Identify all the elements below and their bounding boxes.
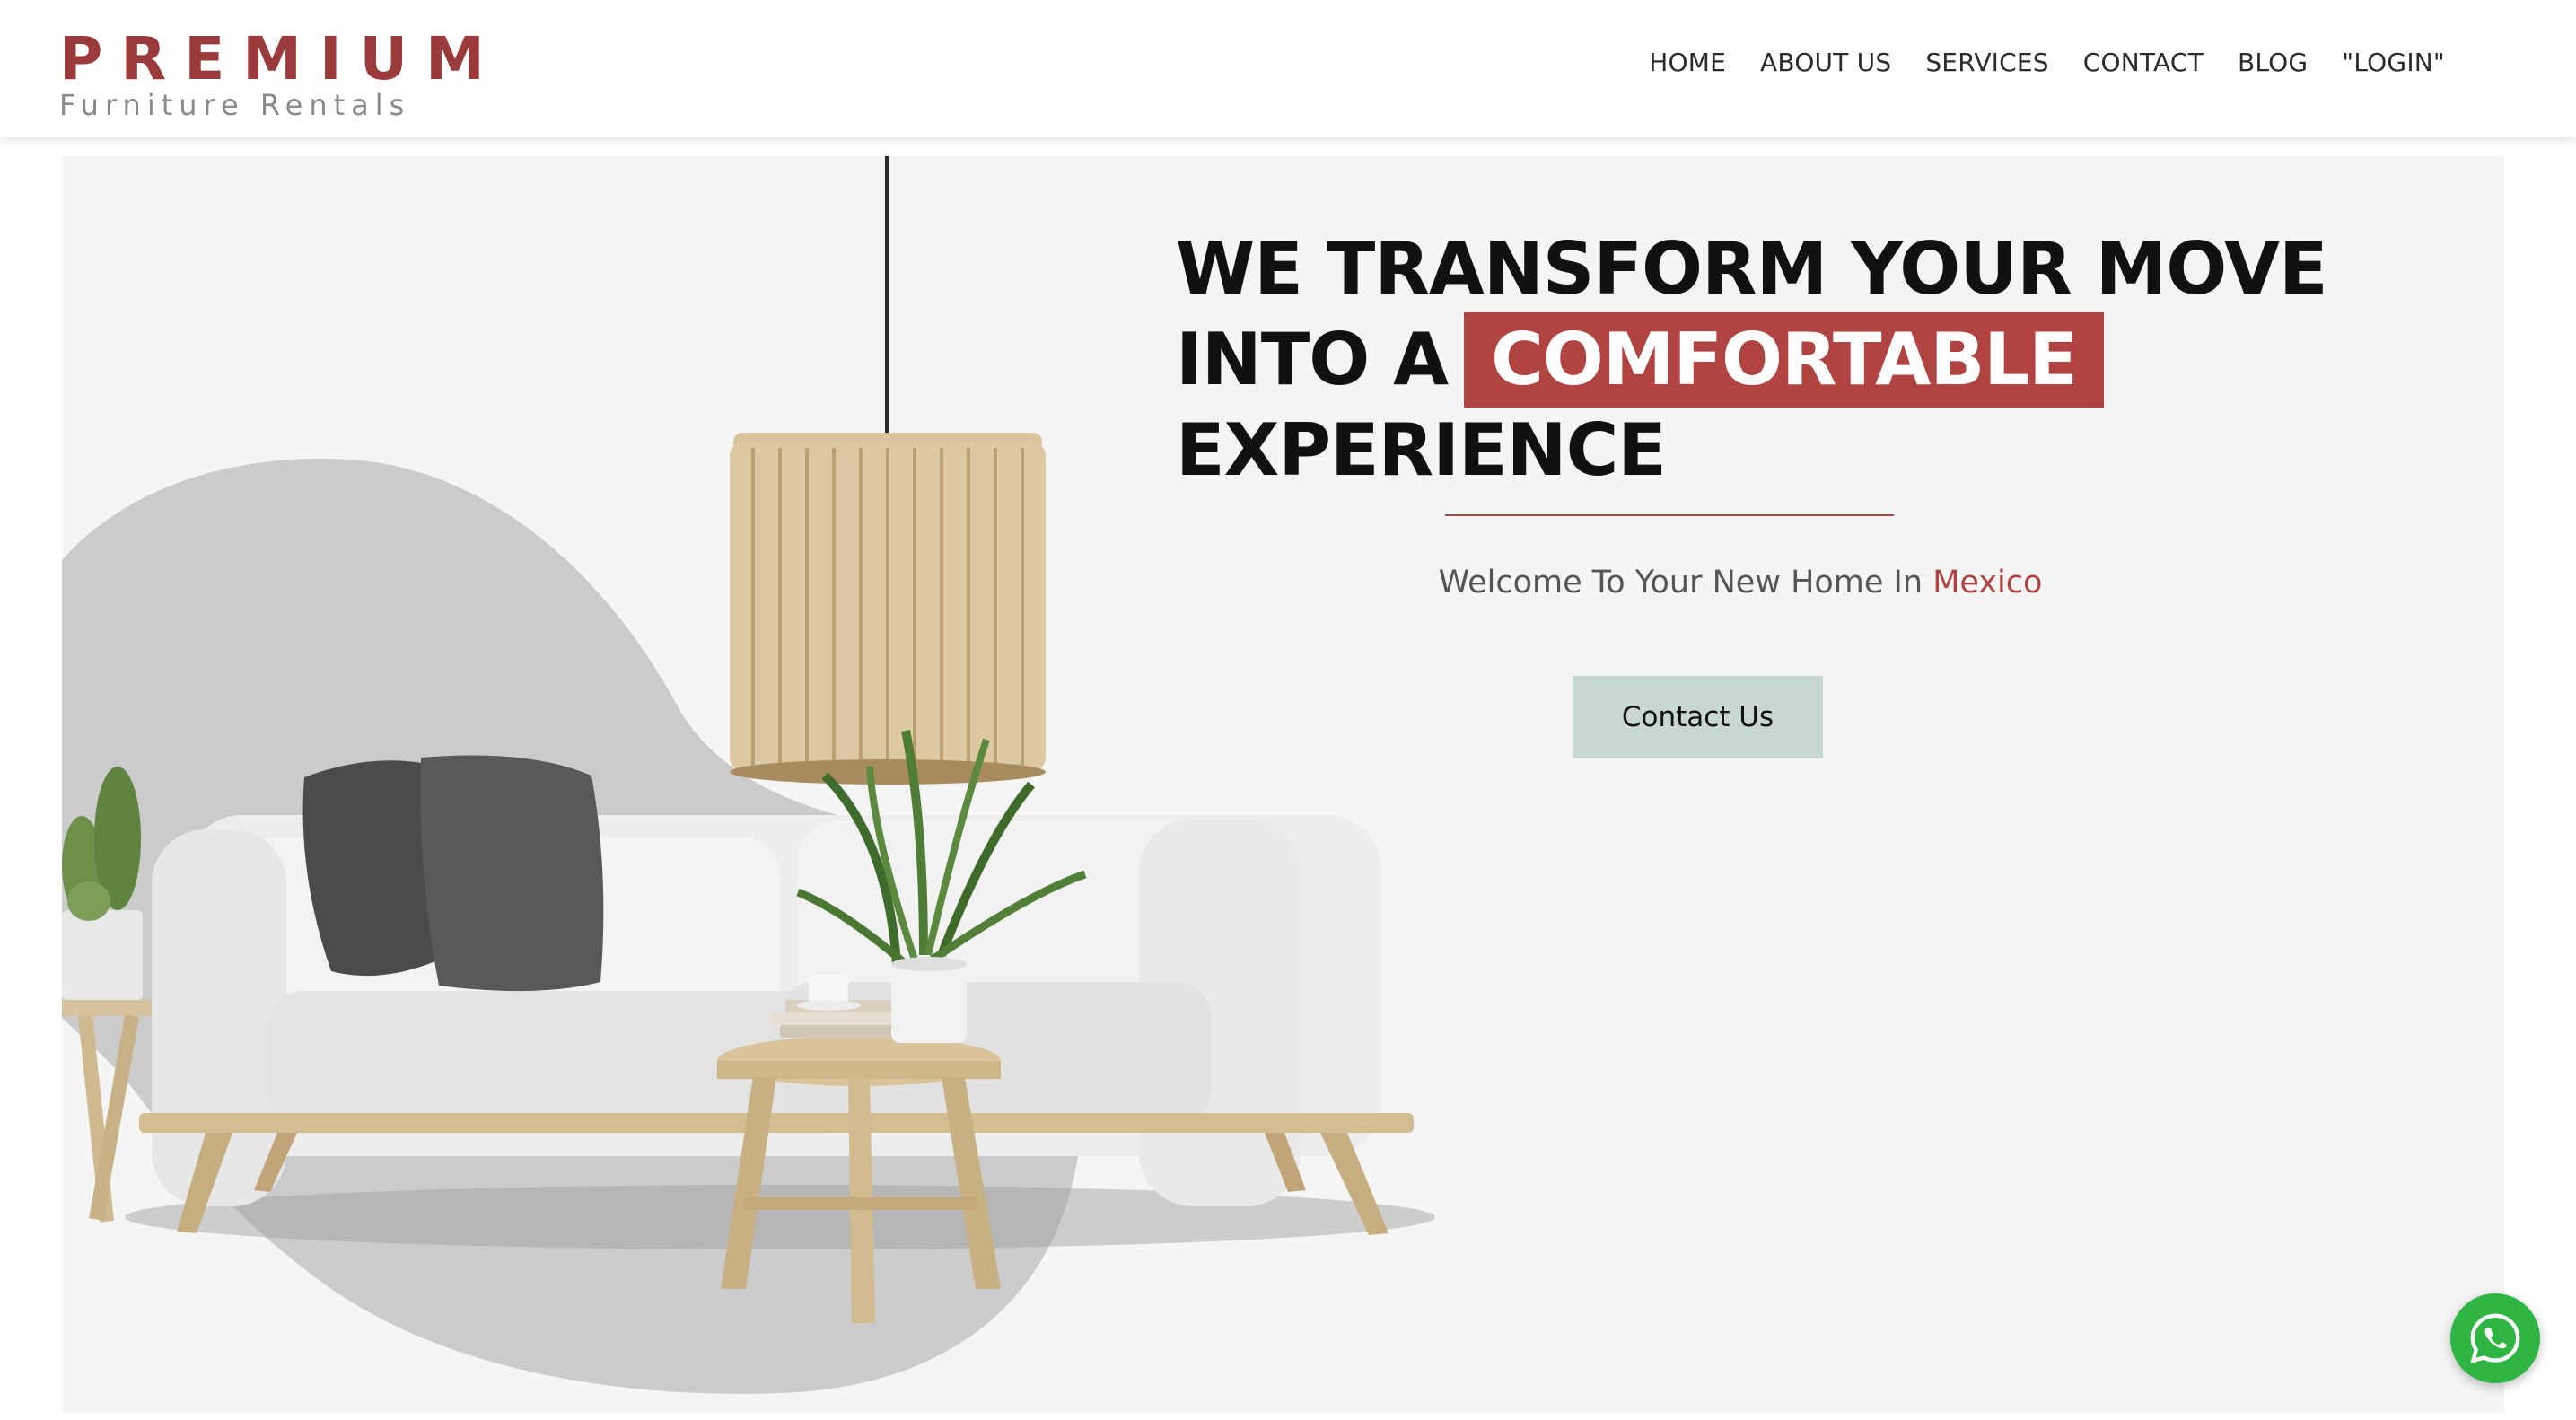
whatsapp-chat-button[interactable] bbox=[2450, 1293, 2540, 1383]
site-header: PREMIUM Furniture Rentals HOME ABOUT US … bbox=[0, 0, 2576, 137]
brand-logo[interactable]: PREMIUM Furniture Rentals bbox=[59, 24, 503, 122]
throw-pillows bbox=[302, 755, 604, 992]
brand-name: PREMIUM bbox=[59, 24, 503, 93]
headline-line-3: EXPERIENCE bbox=[1176, 408, 1667, 492]
headline-line-2: INTO A COMFORTABLE bbox=[1176, 312, 2327, 408]
nav-blog[interactable]: BLOG bbox=[2238, 45, 2308, 81]
nav-contact[interactable]: CONTACT bbox=[2083, 45, 2204, 81]
brand-tagline: Furniture Rentals bbox=[59, 88, 411, 122]
headline-line-1: WE TRANSFORM YOUR MOVE bbox=[1176, 227, 2328, 311]
headline-line-2-prefix: INTO A bbox=[1176, 318, 1449, 401]
welcome-location: Mexico bbox=[1932, 565, 2043, 600]
whatsapp-icon bbox=[2470, 1313, 2520, 1363]
headline-highlight: COMFORTABLE bbox=[1464, 312, 2104, 408]
nav-about-us[interactable]: ABOUT US bbox=[1760, 45, 1891, 81]
nav-services[interactable]: SERVICES bbox=[1925, 45, 2048, 81]
contact-us-button[interactable]: Contact Us bbox=[1573, 676, 1823, 758]
welcome-prefix: Welcome To Your New Home In bbox=[1438, 565, 1923, 600]
main-nav: HOME ABOUT US SERVICES CONTACT BLOG "LOG… bbox=[1649, 45, 2445, 81]
hero-headline: WE TRANSFORM YOUR MOVE INTO A COMFORTABLE… bbox=[1176, 226, 2328, 494]
hero-banner: WE TRANSFORM YOUR MOVE INTO A COMFORTABLE… bbox=[62, 156, 2504, 1413]
nav-login[interactable]: "LOGIN" bbox=[2342, 45, 2445, 81]
nav-home[interactable]: HOME bbox=[1649, 45, 1726, 81]
pendant-lamp bbox=[730, 156, 1046, 785]
headline-divider bbox=[1445, 514, 1894, 516]
welcome-text: Welcome To Your New Home In Mexico bbox=[1310, 565, 2171, 600]
